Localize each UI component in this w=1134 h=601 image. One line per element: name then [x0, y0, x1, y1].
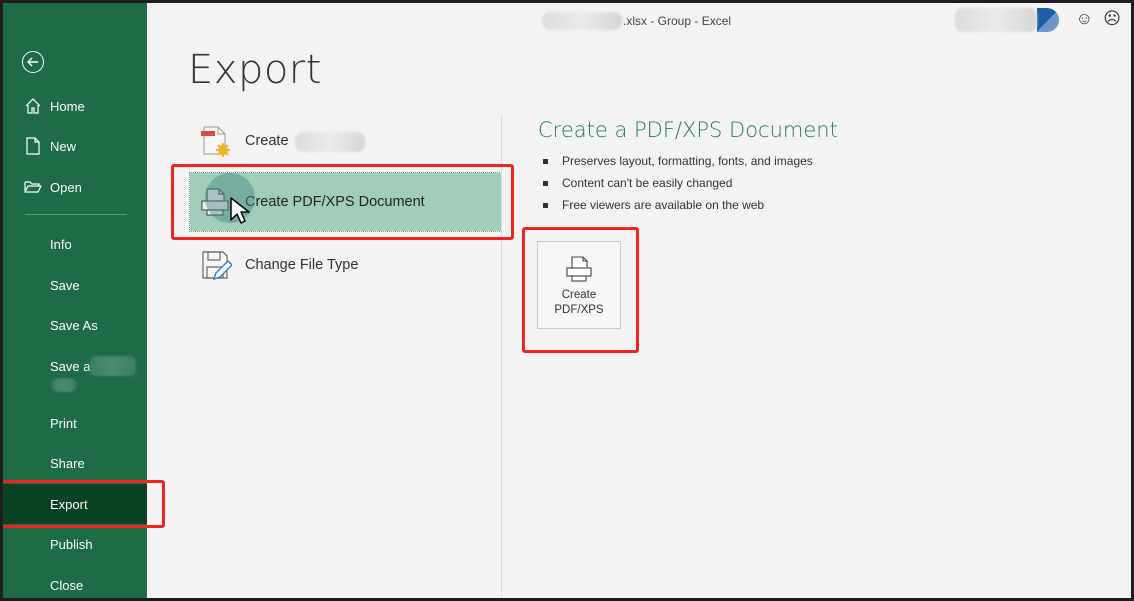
bullet-item: Free viewers are available on the web — [543, 194, 813, 216]
folder-open-icon — [23, 177, 43, 197]
detail-title: Create a PDF/XPS Document — [538, 118, 838, 142]
bullet-text: Content can't be easily changed — [562, 176, 733, 190]
detail-bullets: Preserves layout, formatting, fonts, and… — [543, 150, 813, 216]
option-create[interactable]: Create — [190, 112, 501, 170]
title-separator: - — [691, 14, 702, 28]
filename-extension: .xlsx — [623, 14, 647, 28]
smile-feedback-icon[interactable]: ☺ — [1076, 10, 1093, 27]
bullet-text: Free viewers are available on the web — [562, 198, 765, 212]
redacted-text — [52, 378, 76, 392]
create-pdf-xps-button[interactable]: Create PDF/XPS — [537, 241, 621, 329]
bullet-item: Content can't be easily changed — [543, 172, 813, 194]
option-change-file-type[interactable]: Change File Type — [190, 236, 501, 294]
sidebar-divider — [25, 214, 127, 215]
sidebar-item-label: Open — [50, 179, 82, 195]
sidebar-item-label: Print — [50, 415, 77, 431]
backstage-sidebar: Home New Open Info Save Save As Save as … — [3, 3, 147, 598]
option-create-pdf-xps[interactable]: Create PDF/XPS Document — [189, 172, 502, 232]
pdf-xps-icon — [201, 188, 229, 216]
create-pdf-xps-button-label: Create PDF/XPS — [554, 288, 603, 318]
avatar[interactable] — [1037, 8, 1059, 32]
window-title: .xlsx - Group - Excel — [542, 12, 731, 30]
sidebar-item-info[interactable]: Info — [3, 224, 147, 264]
sidebar-item-publish[interactable]: Publish — [3, 524, 147, 564]
button-label-line: PDF/XPS — [554, 304, 604, 316]
option-label: Change File Type — [245, 257, 359, 273]
bullet-icon — [543, 180, 548, 186]
printer-icon — [566, 256, 592, 282]
sidebar-item-home[interactable]: Home — [3, 86, 147, 126]
option-label: Create — [245, 133, 289, 149]
back-arrow-icon — [27, 57, 38, 67]
sidebar-item-save[interactable]: Save — [3, 265, 147, 305]
home-icon — [23, 96, 43, 116]
change-file-type-icon — [202, 251, 232, 281]
sidebar-item-label: Save — [50, 277, 80, 293]
sidebar-item-label: New — [50, 138, 77, 154]
bullet-item: Preserves layout, formatting, fonts, and… — [543, 150, 813, 172]
account-area[interactable] — [955, 8, 1059, 32]
title-separator: - — [647, 14, 658, 28]
sidebar-item-save-as-other[interactable]: Save as — [3, 346, 147, 392]
option-label: Create PDF/XPS Document — [245, 194, 425, 210]
sidebar-item-new[interactable]: New — [3, 126, 147, 166]
excel-backstage-window: Home New Open Info Save Save As Save as … — [3, 3, 1131, 598]
frown-feedback-icon[interactable]: ☹ — [1103, 10, 1121, 27]
sidebar-item-print[interactable]: Print — [3, 403, 147, 443]
sidebar-item-export[interactable]: Export — [3, 484, 147, 524]
title-bar: .xlsx - Group - Excel ☺ ☹ — [147, 3, 1131, 41]
bullet-text: Preserves layout, formatting, fonts, and… — [562, 154, 813, 168]
bullet-icon — [543, 202, 548, 208]
sidebar-item-label: Share — [50, 455, 85, 471]
bullet-icon — [543, 158, 548, 164]
redacted-filename — [542, 12, 622, 30]
sidebar-item-label: Info — [50, 236, 72, 252]
sidebar-item-save-as[interactable]: Save As — [3, 305, 147, 345]
redacted-text — [90, 356, 136, 376]
sidebar-item-label: Save As — [50, 317, 98, 333]
group-label: Group — [657, 14, 692, 28]
sidebar-item-label: Close — [50, 577, 84, 593]
sidebar-item-label: Home — [50, 98, 85, 114]
column-divider — [501, 115, 502, 598]
sidebar-item-close[interactable]: Close — [3, 565, 147, 598]
sidebar-item-share[interactable]: Share — [3, 443, 147, 483]
sidebar-item-label: Publish — [50, 536, 93, 552]
sidebar-item-open[interactable]: Open — [3, 167, 147, 207]
page-title: Export — [188, 47, 322, 93]
create-document-icon — [201, 126, 230, 157]
new-document-icon — [23, 136, 43, 156]
back-button[interactable] — [22, 51, 44, 73]
redacted-text — [295, 132, 365, 152]
sidebar-item-label: Export — [50, 496, 88, 512]
app-name: Excel — [701, 14, 732, 28]
button-label-line: Create — [561, 289, 597, 301]
redacted-account-name — [955, 8, 1037, 32]
